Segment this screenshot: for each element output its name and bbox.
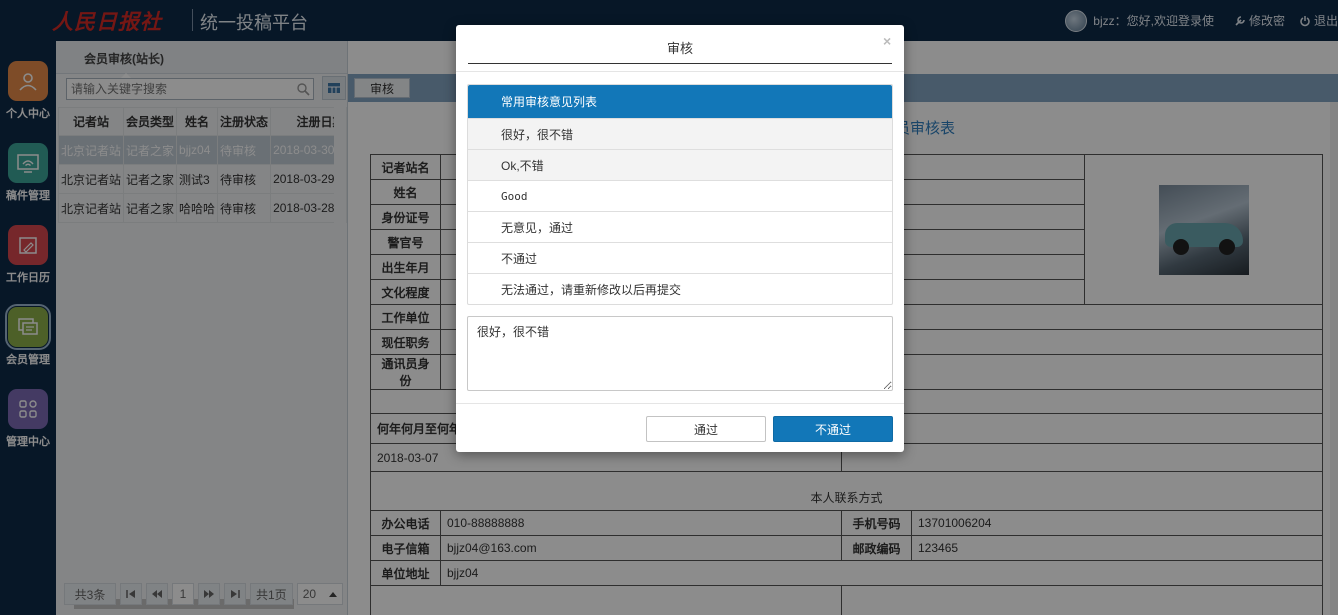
- dialog-footer: 通过 不通过: [456, 403, 904, 452]
- opinion-item[interactable]: Ok,不错: [468, 149, 892, 180]
- dialog-header: 审核 ×: [456, 25, 904, 72]
- opinions-list-header: 常用审核意见列表: [468, 85, 892, 118]
- pass-button[interactable]: 通过: [646, 416, 766, 442]
- opinion-item[interactable]: 很好，很不错: [468, 118, 892, 149]
- reject-button[interactable]: 不通过: [773, 416, 893, 442]
- dialog-title: 审核: [468, 38, 892, 64]
- opinion-item[interactable]: Good: [468, 180, 892, 211]
- review-dialog: 审核 × 常用审核意见列表 很好，很不错 Ok,不错 Good 无意见，通过 不…: [456, 25, 904, 452]
- opinion-item[interactable]: 无法通过，请重新修改以后再提交: [468, 273, 892, 304]
- opinion-item[interactable]: 不通过: [468, 242, 892, 273]
- common-opinions-list: 常用审核意见列表 很好，很不错 Ok,不错 Good 无意见，通过 不通过 无法…: [467, 84, 893, 305]
- opinion-item[interactable]: 无意见，通过: [468, 211, 892, 242]
- close-icon[interactable]: ×: [883, 33, 891, 49]
- opinion-textarea[interactable]: 很好，很不错: [467, 316, 893, 391]
